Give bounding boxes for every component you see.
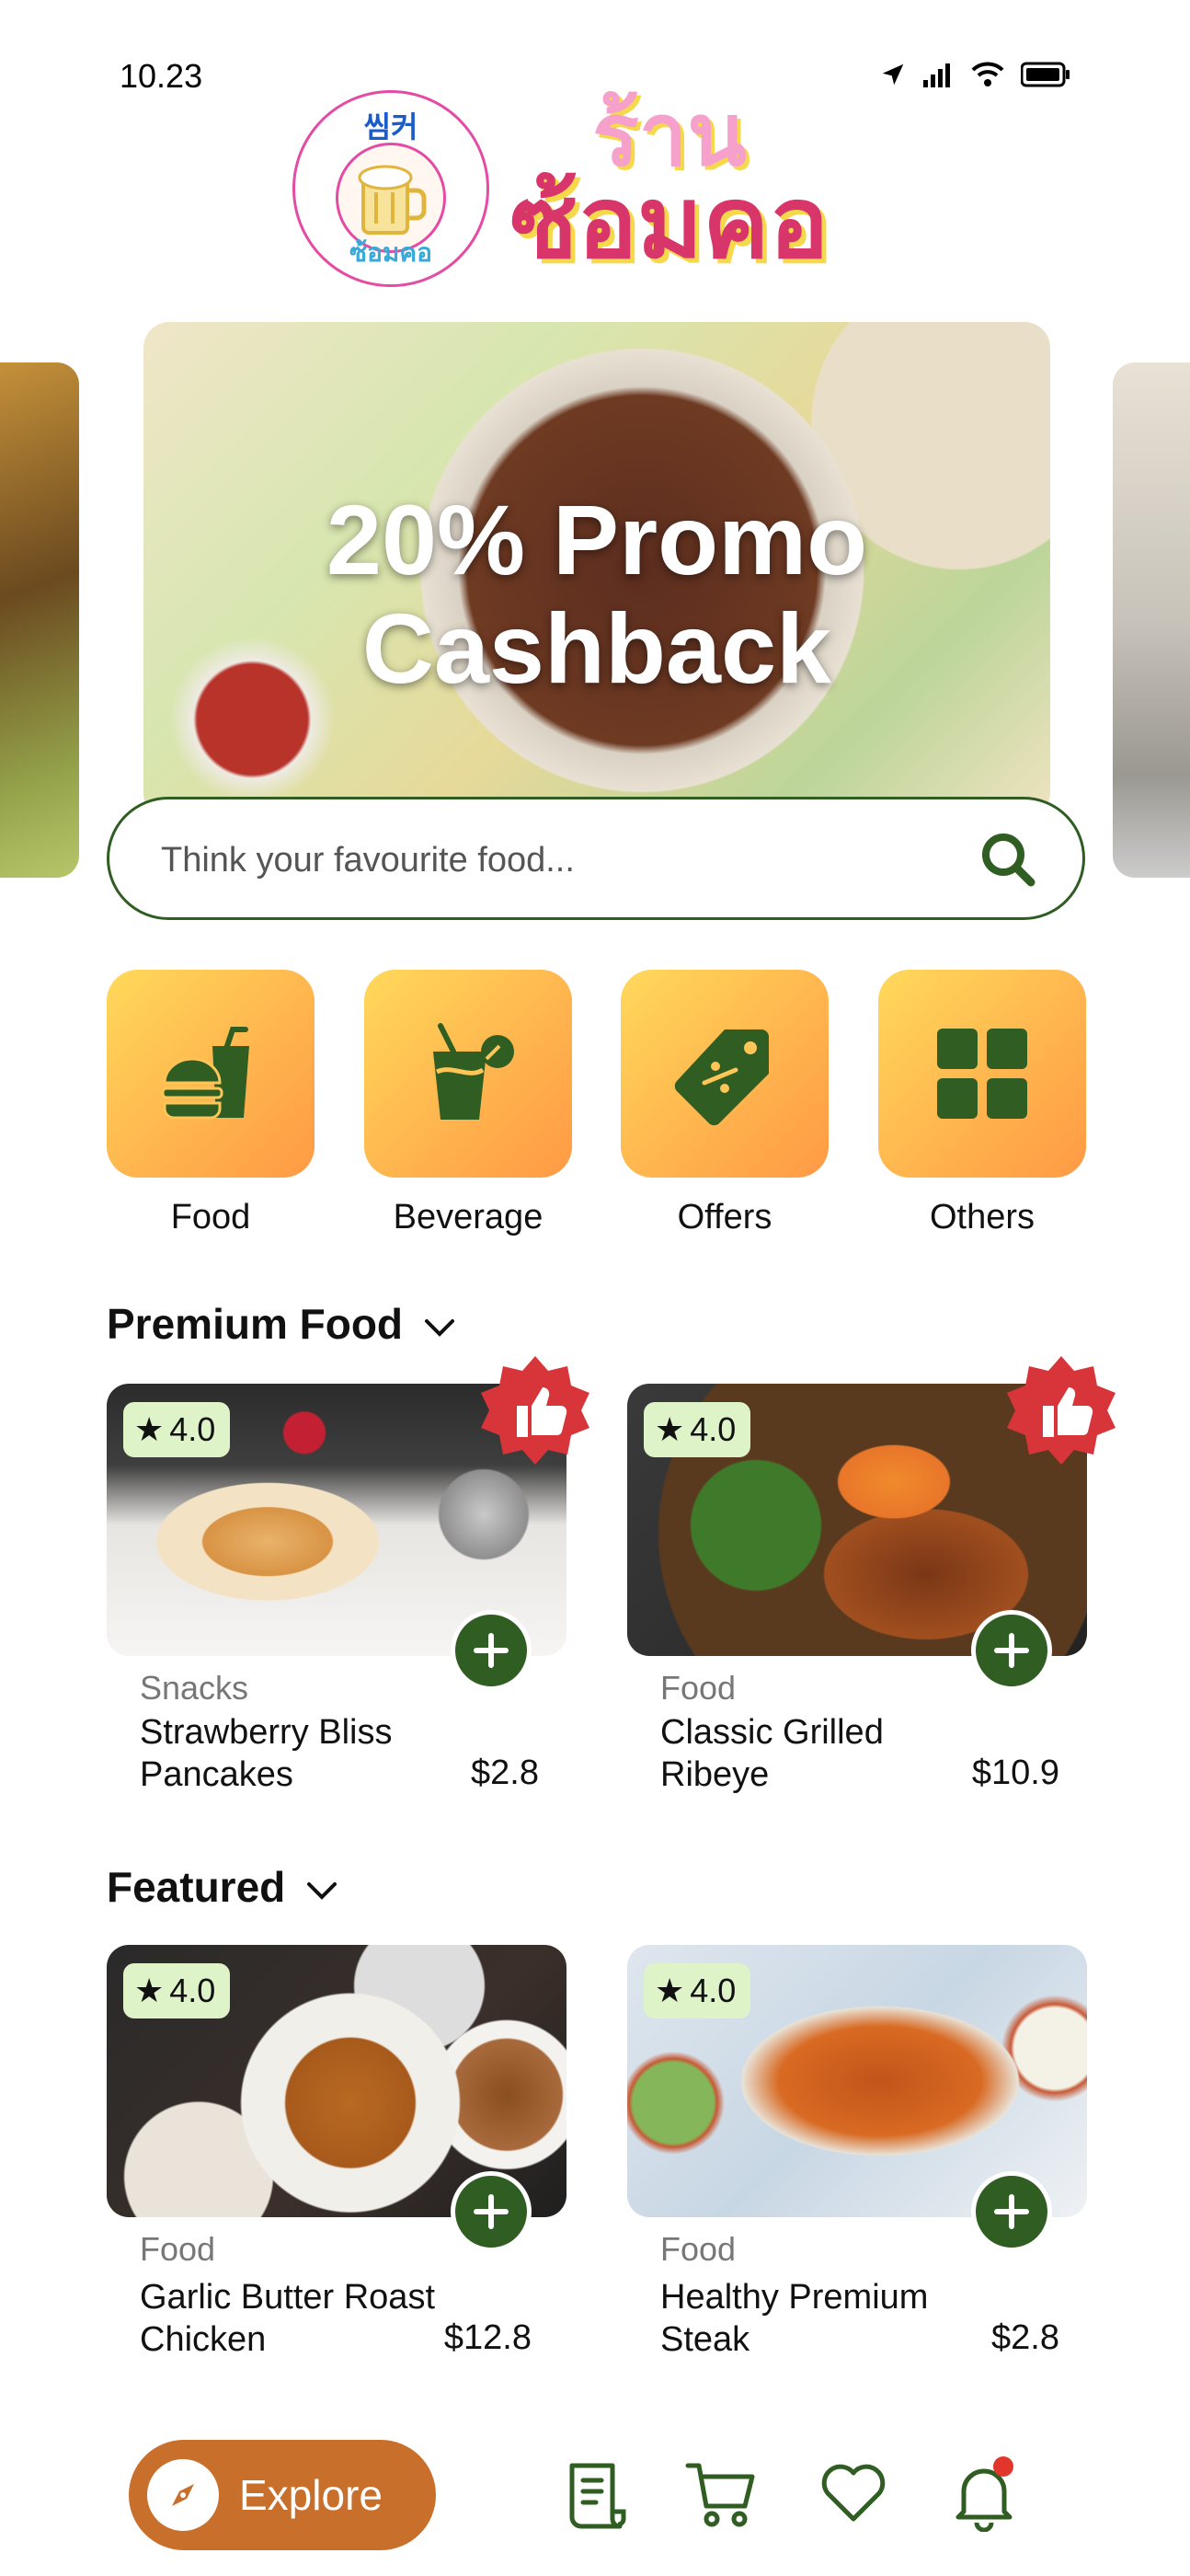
rating-badge: ★ 4.0	[123, 1402, 231, 1457]
banner-prev-slide[interactable]	[0, 362, 79, 878]
chevron-down-icon[interactable]	[423, 1317, 456, 1339]
rating-value: 4.0	[169, 1410, 216, 1448]
rating-badge: ★ 4.0	[123, 1963, 231, 2018]
seal-bottom-text: ซ้อมคอ	[349, 238, 432, 267]
plus-icon	[474, 2194, 509, 2229]
rating-value: 4.0	[690, 1972, 737, 2009]
category-food-label: Food	[170, 1198, 251, 1236]
category-offers[interactable]: Offers	[621, 970, 829, 1237]
category-others-label: Others	[929, 1198, 1036, 1236]
explore-button[interactable]: Explore	[129, 2440, 436, 2550]
category-food[interactable]: Food	[107, 970, 315, 1237]
product-name: Healthy Premium Steak	[660, 2278, 929, 2359]
search-bar[interactable]	[107, 797, 1085, 920]
explore-label: Explore	[239, 2471, 383, 2519]
juice-glass-icon	[433, 1023, 514, 1120]
product-price: $12.8	[443, 2318, 532, 2357]
thumbs-up-badge-icon	[481, 1356, 589, 1465]
category-beverage-label: Beverage	[393, 1198, 544, 1236]
promo-line2: Cashback	[361, 592, 832, 704]
product-card[interactable]: ★ 4.0 Snacks Strawberry Bliss Pancakes $…	[107, 1356, 589, 1794]
premium-food-header[interactable]: Premium Food	[107, 1299, 456, 1349]
thumbs-up-badge-icon	[1007, 1356, 1116, 1465]
heart-icon[interactable]	[818, 2458, 888, 2528]
status-icons	[879, 61, 1070, 88]
category-others-tile[interactable]	[878, 970, 1086, 1178]
product-price: $2.8	[471, 1754, 539, 1792]
signal-icon	[923, 63, 950, 87]
promo-line1: 20% Promo	[326, 484, 868, 595]
product-category: Snacks	[140, 1669, 249, 1707]
wordmark-line1: ร้าน	[592, 86, 747, 183]
add-to-cart-button[interactable]	[451, 1610, 532, 1691]
featured-title: Featured	[107, 1863, 286, 1911]
compass-icon	[147, 2459, 219, 2531]
receipt-icon[interactable]	[561, 2458, 631, 2532]
promo-banner[interactable]: 20% Promo Cashback	[143, 322, 1050, 819]
category-offers-tile[interactable]	[621, 970, 829, 1178]
star-icon: ★	[655, 1972, 685, 2009]
location-arrow-icon	[882, 63, 904, 86]
rating-value: 4.0	[690, 1410, 737, 1448]
battery-icon	[1021, 62, 1070, 87]
grid-icon	[937, 1029, 1027, 1119]
product-category: Food	[660, 2230, 737, 2268]
search-icon[interactable]	[976, 827, 1040, 891]
notification-dot	[993, 2456, 1013, 2477]
add-to-cart-button[interactable]	[451, 2171, 532, 2252]
brand-logo-seal: 씸커 ซ้อมคอ	[292, 90, 489, 287]
product-category: Food	[660, 1669, 737, 1707]
category-offers-label: Offers	[677, 1198, 772, 1236]
product-category: Food	[140, 2230, 216, 2268]
rating-badge: ★ 4.0	[644, 1402, 751, 1457]
product-card[interactable]: ★ 4.0 Food Healthy Premium Steak $2.8	[627, 1945, 1087, 2359]
category-beverage-tile[interactable]	[364, 970, 572, 1178]
chevron-down-icon[interactable]	[305, 1880, 338, 1902]
premium-food-title: Premium Food	[107, 1300, 404, 1348]
status-time: 10.23	[120, 57, 203, 95]
add-to-cart-button[interactable]	[971, 2171, 1052, 2252]
product-name: Strawberry Bliss Pancakes	[140, 1713, 393, 1794]
cart-icon[interactable]	[684, 2458, 758, 2532]
add-to-cart-button[interactable]	[971, 1610, 1052, 1691]
star-icon: ★	[134, 1410, 165, 1448]
rating-value: 4.0	[169, 1972, 216, 2009]
category-beverage[interactable]: Beverage	[364, 970, 572, 1237]
category-food-tile[interactable]	[107, 970, 315, 1178]
promo-banner-title: 20% Promo Cashback	[143, 486, 1050, 703]
product-name: Garlic Butter Roast Chicken	[140, 2278, 435, 2359]
banner-next-slide[interactable]	[1113, 362, 1190, 878]
featured-header[interactable]: Featured	[107, 1862, 338, 1912]
category-others[interactable]: Others	[878, 970, 1086, 1237]
search-input[interactable]	[161, 833, 970, 888]
beer-mug-icon	[358, 165, 427, 235]
star-icon: ★	[655, 1410, 685, 1448]
wifi-icon	[971, 62, 1004, 86]
plus-icon	[994, 1633, 1029, 1668]
price-tag-icon	[674, 1029, 769, 1126]
product-price: $2.8	[991, 2318, 1059, 2357]
plus-icon	[474, 1633, 509, 1668]
wordmark-line2: ซ้อมคอ	[509, 167, 830, 278]
burger-drink-icon	[161, 1027, 249, 1120]
seal-top-text: 씸커	[363, 110, 418, 144]
product-card[interactable]: ★ 4.0 Food Garlic Butter Roast Chicken $…	[107, 1945, 566, 2359]
brand-logo-wordmark: ร้าน ซ้อมคอ	[495, 92, 844, 272]
product-card[interactable]: ★ 4.0 Food Classic Grilled Ribeye $10.9	[627, 1356, 1116, 1794]
star-icon: ★	[134, 1972, 165, 2009]
product-price: $10.9	[971, 1754, 1059, 1792]
product-name: Classic Grilled Ribeye	[660, 1713, 884, 1794]
plus-icon	[994, 2194, 1029, 2229]
rating-badge: ★ 4.0	[644, 1963, 751, 2018]
